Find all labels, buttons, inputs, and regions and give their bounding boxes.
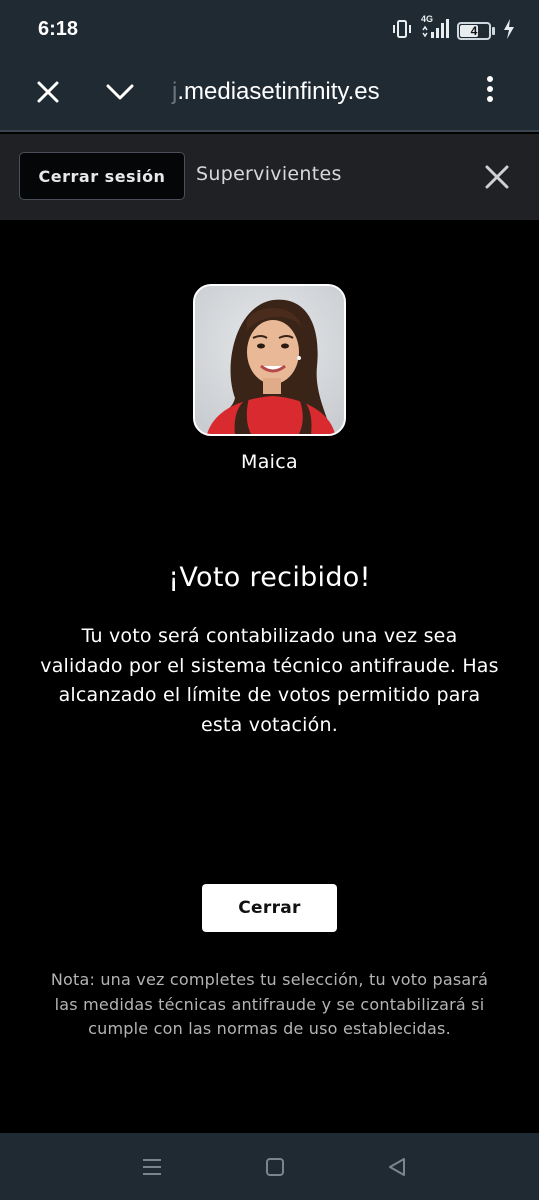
- vibrate-icon: [391, 18, 413, 44]
- close-icon[interactable]: [34, 78, 62, 106]
- system-nav-bar: [0, 1133, 539, 1200]
- close-icon[interactable]: [484, 164, 510, 190]
- vote-received-title: ¡Voto recibido!: [168, 562, 371, 593]
- url-bar[interactable]: j.mediasetinfinity.es: [172, 78, 380, 106]
- battery-level: 4: [470, 24, 478, 38]
- status-icons: 4G 4: [391, 14, 515, 44]
- battery-cap: [492, 27, 495, 35]
- logout-button[interactable]: Cerrar sesión: [19, 152, 185, 200]
- home-icon[interactable]: [265, 1157, 285, 1177]
- status-bar: 6:18 4G 4: [0, 0, 539, 60]
- page-title: Supervivientes: [196, 163, 342, 185]
- battery-icon: 4: [457, 22, 491, 40]
- menu-icon[interactable]: [141, 1157, 163, 1177]
- candidate-name: Maica: [241, 451, 298, 473]
- candidate-avatar: [193, 284, 346, 436]
- charging-icon: [503, 18, 515, 44]
- url-text: .mediasetinfinity.es: [177, 78, 380, 105]
- signal-icon: 4G: [421, 14, 449, 44]
- disclaimer-note: Nota: una vez completes tu selección, tu…: [50, 970, 489, 1038]
- status-time: 6:18: [38, 18, 79, 40]
- vote-message: Tu voto será contabilizado una vez sea v…: [40, 625, 499, 736]
- app-header: Cerrar sesión Supervivientes: [0, 134, 539, 220]
- network-type-label: 4G: [421, 14, 434, 24]
- browser-toolbar: j.mediasetinfinity.es: [0, 60, 539, 132]
- back-icon[interactable]: [386, 1156, 408, 1178]
- chevron-down-icon[interactable]: [104, 78, 136, 106]
- close-button[interactable]: Cerrar: [202, 884, 337, 932]
- more-vert-icon[interactable]: [482, 76, 498, 106]
